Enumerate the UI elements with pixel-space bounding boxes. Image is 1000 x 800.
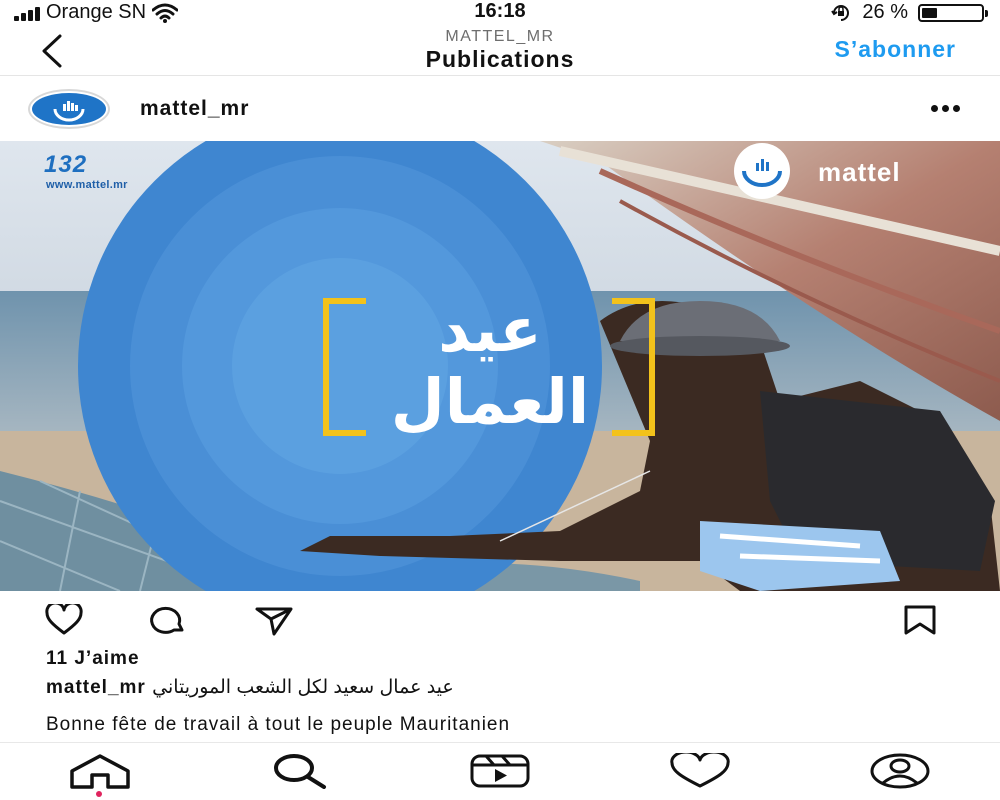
tab-profile[interactable] (868, 753, 932, 793)
comment-icon (150, 606, 184, 634)
caption-translation: Bonne fête de travail à tout le peuple M… (46, 714, 511, 735)
more-options-button[interactable] (931, 105, 960, 112)
post-image[interactable]: عيد العمال 132 www.mattel.mr mattel (0, 141, 1000, 591)
orientation-lock-icon (831, 4, 850, 21)
save-icon (904, 605, 936, 635)
post-header: mattel_mr (0, 77, 1000, 141)
profile-icon (870, 753, 930, 789)
battery-level (922, 7, 938, 18)
reels-icon (470, 754, 530, 788)
likes-count[interactable]: 11 J’aime (46, 648, 140, 670)
post-username[interactable]: mattel_mr (140, 97, 249, 121)
caption-username[interactable]: mattel_mr (46, 677, 146, 698)
share-button[interactable] (254, 604, 294, 636)
headline-line1: عيد (438, 293, 541, 366)
battery-percent: 26 % (862, 1, 908, 23)
caption: mattel_mr عيد عمال سعيد لكل الشعب الموري… (46, 676, 454, 699)
mattel-logo-icon (32, 93, 106, 125)
like-button[interactable] (44, 601, 84, 636)
battery-icon (918, 3, 988, 22)
activity-icon (670, 753, 730, 788)
post-image-art: عيد العمال (0, 141, 1000, 591)
share-icon (255, 607, 293, 636)
action-bar (0, 600, 1000, 640)
home-icon (70, 754, 130, 789)
image-brand: mattel (818, 157, 901, 187)
search-icon (274, 754, 326, 789)
tab-home[interactable] (68, 753, 132, 793)
bottom-nav (0, 742, 1000, 800)
caption-text: عيد عمال سعيد لكل الشعب الموريتاني (152, 677, 454, 698)
tab-search[interactable] (266, 753, 330, 793)
image-shortcode: 132 (44, 151, 88, 178)
status-right: 26 % (830, 1, 988, 24)
nav-header: MATTEL_MR Publications S’abonner (0, 26, 1000, 76)
like-icon (45, 601, 83, 635)
image-website: www.mattel.mr (46, 179, 128, 191)
tab-activity[interactable] (668, 753, 732, 793)
follow-button[interactable]: S’abonner (835, 36, 956, 63)
status-bar: Orange SN 16:18 26 % (0, 0, 1000, 26)
active-tab-indicator (96, 791, 102, 797)
more-dot-icon (931, 105, 938, 112)
comment-button[interactable] (148, 604, 188, 636)
save-button[interactable] (900, 604, 940, 636)
avatar[interactable] (28, 89, 110, 129)
headline-line2: العمال (391, 365, 589, 438)
tab-reels[interactable] (468, 753, 532, 793)
